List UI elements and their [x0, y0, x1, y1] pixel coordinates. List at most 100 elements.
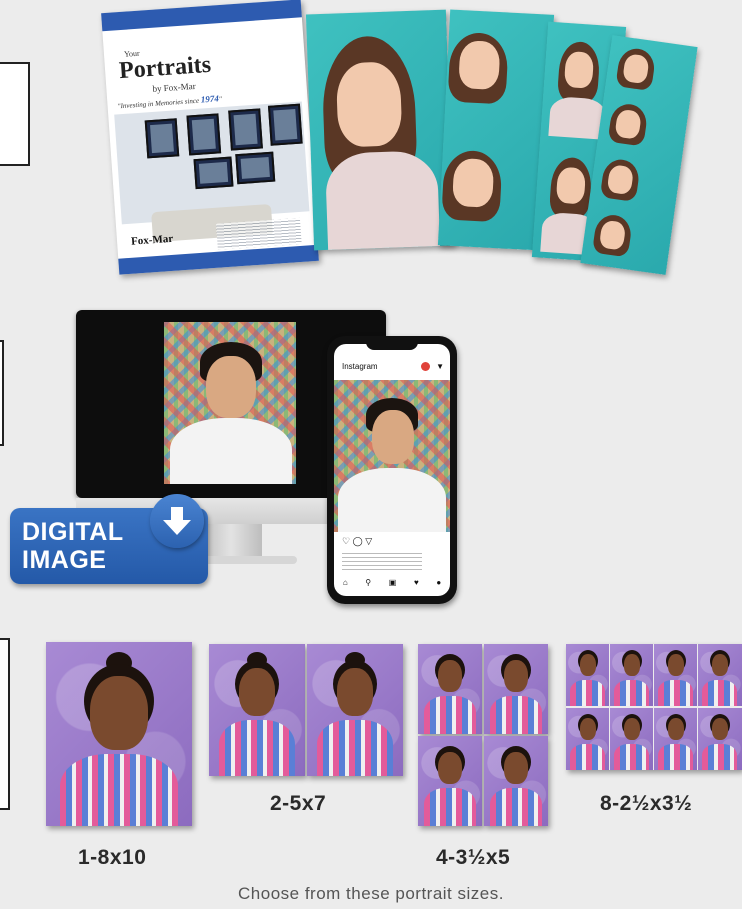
portrait-3.5x5 — [484, 736, 548, 826]
child-shirt — [219, 720, 295, 776]
child-face — [438, 752, 462, 784]
child-shirt — [658, 744, 693, 770]
child-face — [668, 718, 684, 740]
left-edge-box-bottom — [0, 638, 10, 810]
left-edge-box-middle — [0, 340, 4, 446]
child-shirt — [702, 744, 737, 770]
girl-face — [458, 40, 501, 91]
phone-screen: Instagram ▼ ♡ ◯ ▽ ⌂ ⚲ ▣ ♥ ● — [334, 344, 450, 596]
wallet-sheet — [566, 644, 742, 770]
portrait-2.5x3.5 — [566, 644, 609, 706]
app-header: Instagram ▼ — [334, 356, 450, 376]
brochure-tagline-year: 1974 — [200, 93, 220, 105]
portrait-3.5x5 — [418, 736, 482, 826]
portrait-2.5x3.5 — [698, 708, 742, 770]
child-shirt — [614, 680, 649, 706]
child-shirt — [490, 696, 542, 734]
wall-frame — [228, 108, 263, 151]
girl-face — [563, 50, 595, 89]
post-caption-lines — [342, 550, 422, 570]
share-icon[interactable]: ▽ — [365, 536, 372, 546]
child-face — [624, 654, 640, 676]
portrait-3.5x5 — [484, 644, 548, 734]
child-shirt — [317, 720, 393, 776]
child-shirt — [570, 680, 605, 706]
brochure-fine-print — [216, 217, 302, 250]
child-shirt — [424, 696, 476, 734]
child-face — [239, 668, 275, 716]
portrait-sizes-caption: Choose from these portrait sizes. — [238, 884, 504, 903]
like-icon[interactable]: ♡ — [342, 536, 350, 546]
left-edge-box-top — [0, 62, 30, 166]
teal-print-large — [305, 9, 455, 251]
profile-icon[interactable]: ● — [436, 578, 441, 592]
size-label-8x10: 1-8x10 — [78, 846, 147, 869]
girl-face — [335, 61, 403, 148]
child-shirt — [60, 754, 178, 826]
portrait-2.5x3.5 — [610, 708, 653, 770]
size-label-2.5x3.5: 8-2½x3½ — [600, 792, 693, 815]
child-shirt — [490, 788, 542, 826]
portrait-2.5x3.5 — [610, 644, 653, 706]
boy-face — [206, 356, 256, 418]
wall-frame — [144, 118, 180, 159]
portrait-2.5x3.5 — [566, 708, 609, 770]
brochure-by-line: by Fox-Mar — [152, 80, 196, 94]
wall-frame — [235, 151, 276, 185]
child-face — [668, 654, 684, 676]
badge-line-1: DIGITAL — [22, 518, 124, 546]
phone-photo — [334, 380, 450, 532]
search-icon[interactable]: ⚲ — [365, 578, 371, 592]
boy-face — [372, 410, 414, 464]
child-face — [580, 718, 596, 740]
brochure-logo: Fox-Mar — [130, 232, 174, 248]
portrait-2.5x3.5 — [654, 644, 697, 706]
wall-frame — [267, 103, 303, 146]
child-face — [90, 676, 148, 750]
child-face — [337, 668, 373, 716]
portrait-8x10 — [46, 642, 192, 826]
girl-face — [555, 166, 587, 205]
post-action-icons: ♡ ◯ ▽ — [342, 536, 372, 547]
girl-dress — [324, 150, 441, 251]
wall-frame — [193, 156, 234, 190]
size-label-3.5x5: 4-3½x5 — [436, 846, 511, 869]
wall-frame — [186, 113, 222, 156]
brochure-title: Portraits — [118, 51, 212, 85]
child-face — [504, 752, 528, 784]
app-name: Instagram — [342, 361, 378, 371]
child-face — [712, 654, 728, 676]
portrait-5x7 — [209, 644, 305, 776]
download-arrow-icon — [163, 507, 191, 535]
shop-icon[interactable]: ♥ — [414, 578, 419, 592]
child-shirt — [570, 744, 605, 770]
comment-icon[interactable]: ◯ — [353, 536, 363, 546]
child-face — [580, 654, 596, 676]
filter-icon: ▼ — [436, 361, 444, 371]
child-face — [504, 660, 528, 692]
girl-face — [451, 157, 495, 208]
phone-notch — [366, 340, 418, 350]
monitor-photo — [164, 322, 296, 484]
badge-text: DIGITAL IMAGE — [22, 518, 124, 574]
child-face — [624, 718, 640, 740]
boy-shirt — [338, 468, 446, 532]
child-shirt — [702, 680, 737, 706]
child-shirt — [424, 788, 476, 826]
portrait-5x7 — [307, 644, 403, 776]
heart-icon — [421, 361, 431, 371]
size-label-5x7: 2-5x7 — [270, 792, 327, 815]
home-icon[interactable]: ⌂ — [343, 578, 348, 592]
reels-icon[interactable]: ▣ — [389, 578, 397, 592]
boy-shirt — [170, 418, 292, 484]
child-shirt — [614, 744, 649, 770]
monitor-stand — [200, 524, 262, 558]
child-face — [438, 660, 462, 692]
portrait-brochure: Your Portraits by Fox-Mar "Investing in … — [101, 0, 319, 275]
child-face — [712, 718, 728, 740]
brochure-room-photo — [114, 101, 310, 243]
child-shirt — [658, 680, 693, 706]
phone-nav-bar: ⌂ ⚲ ▣ ♥ ● — [334, 578, 450, 592]
portrait-3.5x5 — [418, 644, 482, 734]
portrait-2.5x3.5 — [698, 644, 742, 706]
